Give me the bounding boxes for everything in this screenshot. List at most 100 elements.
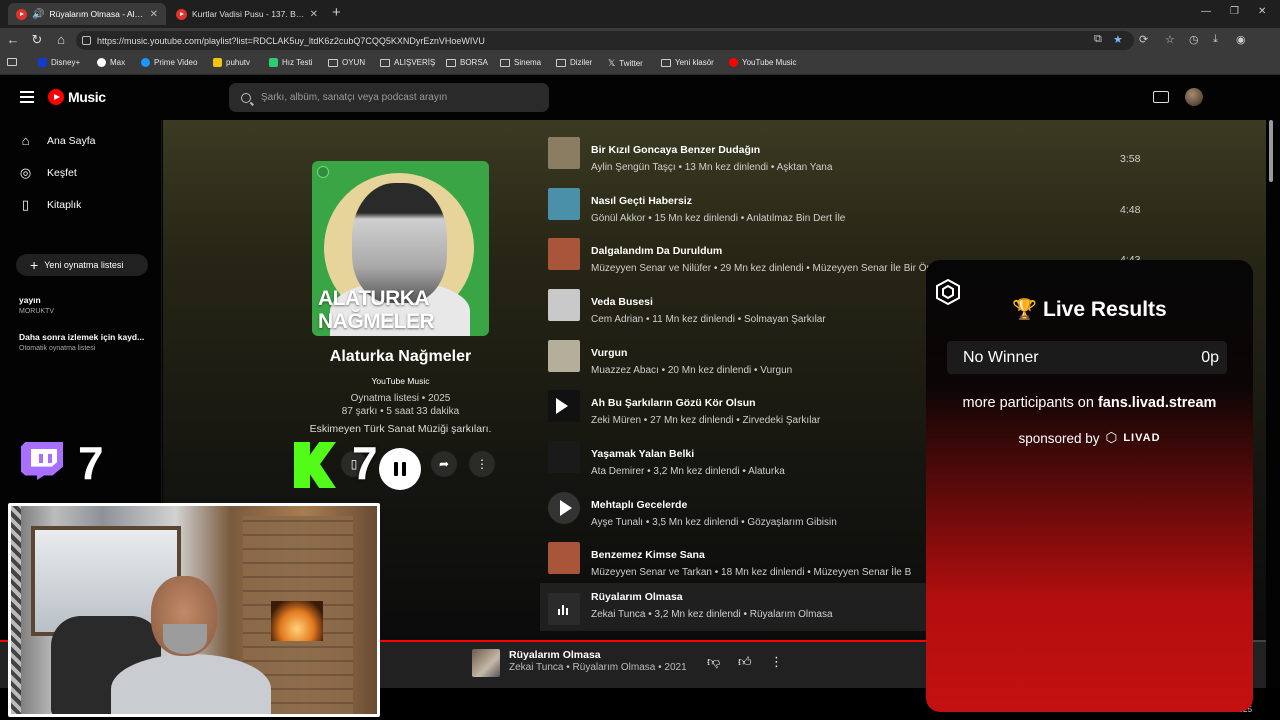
track-title[interactable]: Veda Busesi <box>591 296 653 308</box>
tab-title: Kurtlar Vadisi Pusu - 137. Bölüm <box>192 9 305 19</box>
bookmarks-bar: Disney+ Max Prime Video puhutv Hız Testi… <box>0 53 1280 75</box>
sidebar-item-library[interactable]: ▯ Kitaplık <box>18 196 82 212</box>
tab-active[interactable]: 🔊 Rüyalarım Olmasa - Alaturka Nağmeler ✕ <box>8 3 166 25</box>
track-row[interactable]: Bir Kızıl Goncaya Benzer Dudağın Aylin Ş… <box>540 127 1160 177</box>
more-participants-text: more participants on fans.livad.stream <box>962 395 1217 411</box>
winner-label: No Winner <box>963 348 1039 366</box>
menu-icon[interactable] <box>20 91 34 103</box>
tab-title: Rüyalarım Olmasa - Alaturka Nağmeler <box>49 9 144 19</box>
dislike-icon[interactable]: 👎︎ <box>707 654 720 670</box>
bookmark-speedtest[interactable]: Hız Testi <box>269 58 313 67</box>
sidebar-item-home[interactable]: ⌂ Ana Sayfa <box>18 133 96 148</box>
track-title[interactable]: Nasıl Geçti Habersiz <box>591 195 692 207</box>
playlist-owner[interactable]: YouTube Music <box>312 376 489 386</box>
bookmark-icon: ▯ <box>21 196 30 212</box>
youtube-music-favicon-icon <box>16 8 27 20</box>
track-thumbnail <box>548 188 580 220</box>
sidebar-item-explore[interactable]: ◎ Keşfet <box>18 165 77 180</box>
page-scrollbar[interactable] <box>1268 120 1274 720</box>
track-title[interactable]: Dalgalandım Da Duruldum <box>591 245 722 257</box>
profile-icon[interactable]: ◉ <box>1236 33 1246 46</box>
bookmarks-menu-icon[interactable] <box>7 58 17 66</box>
pause-button[interactable] <box>379 448 421 490</box>
live-results-widget: 🏆 Live Results No Winner 0p more partici… <box>926 260 1253 712</box>
track-subtitle: Müzeyyen Senar ve Nilüfer • 29 Mn kez di… <box>591 263 973 274</box>
sidebar-playlist-title[interactable]: Daha sonra izlemek için kayd... <box>19 332 144 342</box>
cover-title-line2: NAĞMELER <box>318 310 435 333</box>
bookmark-prime[interactable]: Prime Video <box>141 58 197 67</box>
favorites-icon[interactable]: ☆ <box>1165 33 1175 46</box>
new-playlist-button[interactable]: + Yeni oynatma listesi <box>16 254 148 276</box>
more-vertical-icon[interactable]: ⋮ <box>770 654 783 670</box>
track-title[interactable]: Benzemez Kimse Sana <box>591 549 705 561</box>
restore-icon[interactable]: ❐ <box>1230 6 1239 17</box>
twitch-viewer-count: 7 <box>78 437 104 489</box>
extensions-icon[interactable]: ⟳ <box>1139 33 1148 46</box>
webcam-overlay <box>8 503 380 717</box>
back-icon[interactable]: ← <box>5 32 21 47</box>
track-title[interactable]: Vurgun <box>591 347 627 359</box>
sidebar-playlist-title[interactable]: yayın <box>19 295 41 305</box>
app-available-icon[interactable]: ⧉ <box>1094 33 1102 46</box>
bookmark-folder-borsa[interactable]: BORSA <box>446 58 488 67</box>
track-title[interactable]: Mehtaplı Gecelerde <box>591 499 687 511</box>
playlist-description: Eskimeyen Türk Sanat Müziği şarkıları. <box>309 423 492 435</box>
play-icon[interactable] <box>560 500 572 516</box>
close-window-icon[interactable]: ✕ <box>1258 6 1266 17</box>
share-button[interactable]: ➦ <box>431 451 457 477</box>
track-row[interactable]: Nasıl Geçti Habersiz Gönül Akkor • 15 Mn… <box>540 178 1160 228</box>
bookmark-folder-sinema[interactable]: Sinema <box>500 58 541 67</box>
search-input[interactable]: Şarkı, albüm, sanatçı veya podcast arayı… <box>229 83 549 112</box>
downloads-icon[interactable]: ⤓ <box>1213 33 1218 46</box>
livad-site-link: fans.livad.stream <box>1097 395 1217 411</box>
bookmark-folder-yeni[interactable]: Yeni klasör <box>661 58 714 67</box>
track-subtitle: Müzeyyen Senar ve Tarkan • 18 Mn kez din… <box>591 567 912 578</box>
history-icon[interactable]: ◷ <box>1189 33 1199 46</box>
url-field[interactable]: https://music.youtube.com/playlist?list=… <box>76 31 1134 50</box>
more-options-button[interactable]: ⋮ <box>469 451 495 477</box>
track-subtitle: Zekai Tunca • 3,2 Mn kez dinlendi • Rüya… <box>591 609 833 620</box>
more-vertical-icon: ⋮ <box>476 457 488 471</box>
speaker-icon[interactable]: 🔊 <box>32 9 44 20</box>
bookmark-folder-oyun[interactable]: OYUN <box>328 58 365 67</box>
winner-row: No Winner 0p <box>947 341 1227 374</box>
cast-icon[interactable] <box>1153 91 1169 103</box>
twitch-logo-icon <box>19 440 66 487</box>
track-subtitle: Gönül Akkor • 15 Mn kez dinlendi • Anlat… <box>591 213 846 224</box>
minimize-icon[interactable]: — <box>1201 6 1211 17</box>
site-info-icon[interactable] <box>82 36 91 45</box>
play-icon[interactable] <box>556 398 568 414</box>
track-title[interactable]: Yaşamak Yalan Belki <box>591 448 694 460</box>
playlist-meta: Oynatma listesi • 2025 87 şarkı • 5 saat… <box>341 393 460 417</box>
ytm-logo-icon <box>48 89 64 105</box>
ytm-logo[interactable]: Music <box>48 89 106 105</box>
search-icon <box>241 92 251 103</box>
track-title[interactable]: Ah Bu Şarkıların Gözü Kör Olsun <box>591 397 756 409</box>
home-icon[interactable]: ⌂ <box>53 32 69 47</box>
youtube-favicon-icon <box>176 8 187 20</box>
track-duration: 3:58 <box>1120 153 1141 165</box>
track-title[interactable]: Rüyalarım Olmasa <box>591 591 683 603</box>
bookmark-folder-alisveris[interactable]: ALIŞVERİŞ <box>380 58 435 67</box>
bookmark-twitter[interactable]: 𝕏 Twitter <box>608 58 643 69</box>
new-tab-button[interactable]: + <box>332 4 341 21</box>
share-icon: ➦ <box>438 457 450 471</box>
bookmark-puhutv[interactable]: puhutv <box>213 58 250 67</box>
now-playing-title[interactable]: Rüyalarım Olmasa <box>509 649 601 661</box>
bookmark-youtube-music[interactable]: YouTube Music <box>729 58 797 67</box>
sponsor-line: sponsored by ⬡ LIVAD <box>1018 430 1161 446</box>
now-playing-thumbnail[interactable] <box>472 649 500 677</box>
home-icon: ⌂ <box>21 133 30 148</box>
reload-icon[interactable]: ↻ <box>29 32 45 48</box>
bookmark-disney[interactable]: Disney+ <box>38 58 80 67</box>
close-tab-icon[interactable]: ✕ <box>310 9 318 20</box>
close-tab-icon[interactable]: ✕ <box>150 9 158 20</box>
tab-inactive[interactable]: Kurtlar Vadisi Pusu - 137. Bölüm ✕ <box>168 3 326 25</box>
avatar[interactable] <box>1185 88 1203 106</box>
track-title[interactable]: Bir Kızıl Goncaya Benzer Dudağın <box>591 144 760 156</box>
x-logo-icon: 𝕏 <box>608 58 616 68</box>
like-icon[interactable]: 👍︎ <box>738 654 752 670</box>
bookmark-max[interactable]: Max <box>97 58 125 67</box>
bookmark-folder-diziler[interactable]: Diziler <box>556 58 592 67</box>
favorite-star-icon[interactable]: ★ <box>1113 33 1123 46</box>
